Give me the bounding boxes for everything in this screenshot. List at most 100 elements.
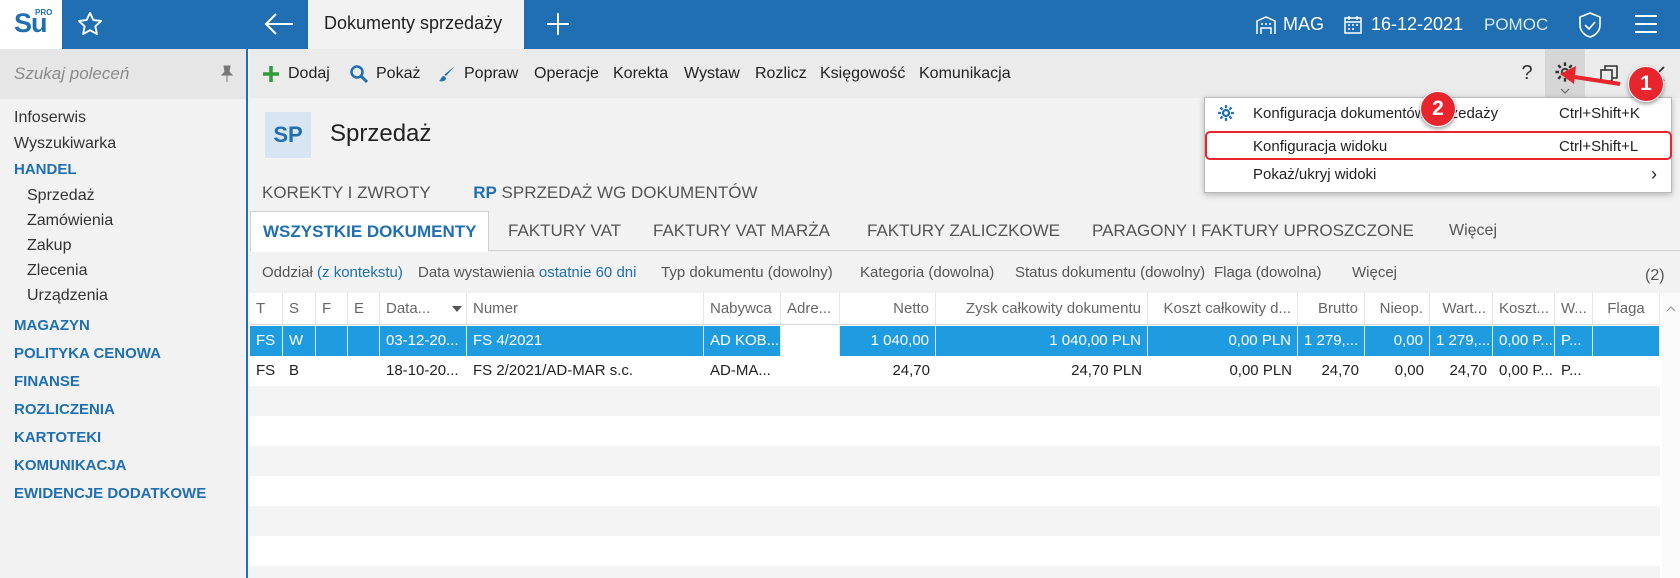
column-header-w[interactable]: W... xyxy=(1555,293,1593,325)
app-logo[interactable]: Su PRO xyxy=(0,0,62,49)
accounting-button[interactable]: Księgowość xyxy=(820,49,905,98)
show-button[interactable]: Pokaż xyxy=(350,49,420,98)
column-header-s[interactable]: S xyxy=(283,293,316,325)
cell-w: P... xyxy=(1555,326,1593,356)
column-header-nabywca[interactable]: Nabywca xyxy=(704,293,781,325)
grid-scrollbar[interactable] xyxy=(1662,293,1680,578)
pin-icon[interactable] xyxy=(219,65,235,83)
column-header-wart[interactable]: Wart... xyxy=(1430,293,1493,325)
sidebar-section-ewidencje-dodatkowe[interactable]: EWIDENCJE DODATKOWE xyxy=(14,485,206,502)
empty-row-stripe xyxy=(250,386,1660,416)
column-header-zysk[interactable]: Zysk całkowity dokumentu xyxy=(936,293,1148,325)
favorites-star-icon[interactable] xyxy=(76,10,104,38)
cell-s: B xyxy=(289,362,300,379)
sidebar-section-polityka-cenowa[interactable]: POLITYKA CENOWA xyxy=(14,345,161,362)
add-button-label: Dodaj xyxy=(288,64,330,82)
menu-item-pokaz-ukryj-widoki[interactable]: Pokaż/ukryj widoki › xyxy=(1205,160,1671,188)
tab-faktury-vat[interactable]: FAKTURY VAT xyxy=(508,211,621,251)
shield-check-icon[interactable] xyxy=(1577,11,1603,39)
tab-sprzedaz-wg-dokumentow[interactable]: SPRZEDAŻ WG DOKUMENTÓW xyxy=(502,183,758,202)
filter-oddzial[interactable]: Oddział (z kontekstu) xyxy=(262,264,403,281)
sidebar-section-rozliczenia[interactable]: ROZLICZENIA xyxy=(14,401,115,418)
sidebar-item-sprzedaz[interactable]: Sprzedaż xyxy=(27,187,95,205)
back-arrow-icon[interactable] xyxy=(263,10,295,38)
tab-wiecej[interactable]: Więcej xyxy=(1449,211,1497,251)
annotation-badge-2: 2 xyxy=(1420,91,1456,127)
sidebar-section-komunikacja[interactable]: KOMUNIKACJA xyxy=(14,457,127,474)
cell-wart: 24,70 xyxy=(1449,362,1487,379)
tab-wszystkie-dokumenty[interactable]: WSZYSTKIE DOKUMENTY xyxy=(250,211,490,252)
tab-row-secondary: KOREKTY I ZWROTY RP SPRZEDAŻ WG DOKUMENT… xyxy=(262,183,758,203)
column-header-nieop[interactable]: Nieop. xyxy=(1365,293,1430,325)
cell-wart: 1 279,... xyxy=(1430,326,1493,356)
sidebar-item-zakup[interactable]: Zakup xyxy=(27,237,71,255)
filter-kategoria[interactable]: Kategoria (dowolna) xyxy=(860,264,994,281)
sidebar-item-zlecenia[interactable]: Zlecenia xyxy=(27,262,87,280)
column-header-data[interactable]: Data... xyxy=(380,293,467,325)
sidebar-section-finanse[interactable]: FINANSE xyxy=(14,373,80,390)
sidebar: Infoserwis Wyszukiwarka HANDEL Sprzedaż … xyxy=(0,49,248,578)
grid-header: T S F E Data... Numer Nabywca Adre... Ne… xyxy=(250,293,1660,325)
tab-rp-code[interactable]: RP xyxy=(473,183,497,202)
table-row[interactable]: FS W 03-12-20... FS 4/2021 AD KOB... 1 0… xyxy=(250,326,1660,356)
filter-typ-dokumentu[interactable]: Typ dokumentu (dowolny) xyxy=(661,264,833,281)
sidebar-section-handel[interactable]: HANDEL xyxy=(14,161,77,178)
communication-button[interactable]: Komunikacja xyxy=(919,49,1011,98)
cell-t: FS xyxy=(256,362,276,379)
warehouse-selector[interactable]: MAG xyxy=(1255,0,1324,49)
sidebar-section-kartoteki[interactable]: KARTOTEKI xyxy=(14,429,101,446)
sidebar-section-magazyn[interactable]: MAGAZYN xyxy=(14,317,90,334)
tab-faktury-zaliczkowe[interactable]: FAKTURY ZALICZKOWE xyxy=(867,211,1060,251)
date-selector[interactable]: 16-12-2021 xyxy=(1343,0,1463,49)
help-button[interactable]: ? xyxy=(1515,49,1539,98)
filter-oddzial-value: (z kontekstu) xyxy=(317,264,403,281)
help-link[interactable]: POMOC xyxy=(1484,0,1548,49)
scroll-up-icon[interactable] xyxy=(1666,306,1676,312)
cell-numer: FS 4/2021 xyxy=(467,326,704,356)
sidebar-item-wyszukiwarka[interactable]: Wyszukiwarka xyxy=(14,135,116,153)
column-header-adres[interactable]: Adre... xyxy=(781,293,840,325)
correction-button[interactable]: Korekta xyxy=(613,49,668,98)
warehouse-label: MAG xyxy=(1283,14,1325,34)
column-header-koszt[interactable]: Koszt całkowity d... xyxy=(1148,293,1298,325)
calendar-icon xyxy=(1344,15,1362,34)
sidebar-item-urzadzenia[interactable]: Urządzenia xyxy=(27,287,108,305)
tab-korekty-i-zwroty[interactable]: KOREKTY I ZWROTY xyxy=(262,183,430,202)
edit-button-label: Popraw xyxy=(464,64,519,82)
sidebar-item-zamowienia[interactable]: Zamówienia xyxy=(27,212,113,230)
column-header-e[interactable]: E xyxy=(348,293,380,325)
filter-data-wystawienia[interactable]: Data wystawienia ostatnie 60 dni xyxy=(418,264,636,281)
command-search-input[interactable] xyxy=(14,62,214,86)
tab-dokumenty-sprzedazy[interactable]: Dokumenty sprzedaży xyxy=(308,0,524,49)
cell-adres[interactable] xyxy=(781,326,840,356)
cell-flaga xyxy=(1593,326,1660,356)
filter-flaga[interactable]: Flaga (dowolna) xyxy=(1214,264,1322,281)
cell-koszt: 0,00 PLN xyxy=(1229,362,1292,379)
operations-button[interactable]: Operacje xyxy=(534,49,599,98)
new-tab-plus-icon[interactable] xyxy=(545,11,571,37)
filter-wiecej[interactable]: Więcej xyxy=(1352,264,1397,281)
cell-e xyxy=(348,326,380,356)
cell-numer: FS 2/2021/AD-MAR s.c. xyxy=(473,362,634,379)
cell-netto: 24,70 xyxy=(892,362,930,379)
tab-faktury-vat-marza[interactable]: FAKTURY VAT MARŻA xyxy=(653,211,830,251)
empty-row-stripe xyxy=(250,506,1660,536)
column-header-t[interactable]: T xyxy=(250,293,283,325)
column-header-f[interactable]: F xyxy=(316,293,348,325)
column-header-netto[interactable]: Netto xyxy=(840,293,936,325)
issue-button[interactable]: Wystaw xyxy=(684,49,740,98)
empty-row-stripe xyxy=(250,566,1660,578)
add-button[interactable]: Dodaj xyxy=(262,49,330,98)
column-header-koszt-short[interactable]: Koszt... xyxy=(1493,293,1555,325)
column-header-numer[interactable]: Numer xyxy=(467,293,704,325)
sidebar-item-infoserwis[interactable]: Infoserwis xyxy=(14,109,86,127)
column-header-flaga[interactable]: Flaga xyxy=(1593,293,1660,325)
settle-button[interactable]: Rozlicz xyxy=(755,49,807,98)
menu-hamburger-icon[interactable] xyxy=(1634,14,1658,34)
column-header-brutto[interactable]: Brutto xyxy=(1298,293,1365,325)
filter-status-dokumentu[interactable]: Status dokumentu (dowolny) xyxy=(1015,264,1205,281)
tab-paragony-i-faktury-uproszczone[interactable]: PARAGONY I FAKTURY UPROSZCZONE xyxy=(1092,211,1414,251)
table-row[interactable]: FS B 18-10-20... FS 2/2021/AD-MAR s.c. A… xyxy=(250,356,1660,386)
edit-button[interactable]: Popraw xyxy=(438,49,518,98)
filter-bar: Oddział (z kontekstu) Data wystawienia o… xyxy=(262,258,1680,288)
